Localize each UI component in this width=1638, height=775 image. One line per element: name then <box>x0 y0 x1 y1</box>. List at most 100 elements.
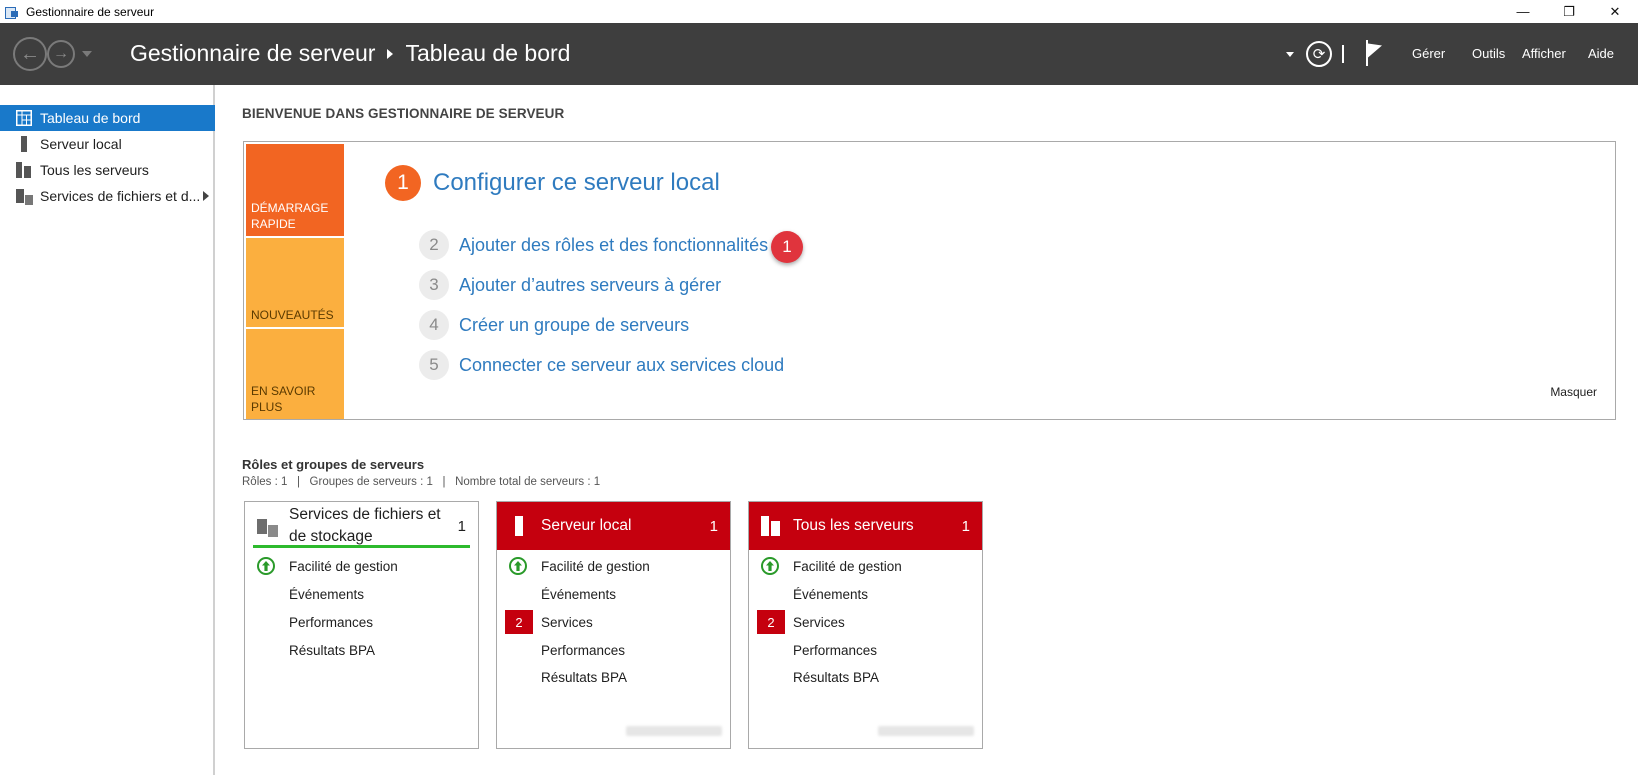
tile-file-services[interactable]: Services de fichiers et de stockage 1 Fa… <box>244 501 479 749</box>
row-label: Résultats BPA <box>289 642 376 658</box>
back-button[interactable]: ← <box>13 37 47 71</box>
menu-view[interactable]: Afficher <box>1522 46 1566 61</box>
tile-row-bpa[interactable]: Résultats BPA <box>245 638 478 662</box>
step-create-group: 4 Créer un groupe de serveurs <box>419 310 689 340</box>
tile-row-events[interactable]: Événements <box>497 582 730 606</box>
menu-tools[interactable]: Outils <box>1472 46 1505 61</box>
tile-header[interactable]: Services de fichiers et de stockage 1 <box>245 502 478 550</box>
tile-header[interactable]: Serveur local 1 <box>497 502 730 550</box>
tile-all-servers[interactable]: Tous les serveurs 1 Facilité de gestion … <box>748 501 983 749</box>
menu-manage[interactable]: Gérer <box>1412 46 1445 61</box>
row-label: Résultats BPA <box>541 669 628 685</box>
server-icon <box>16 136 32 152</box>
hide-link[interactable]: Masquer <box>1550 385 1597 399</box>
minimize-button[interactable]: — <box>1500 0 1546 23</box>
welcome-heading: BIENVENUE DANS GESTIONNAIRE DE SERVEUR <box>242 106 565 121</box>
tile-title: Services de fichiers et de stockage <box>289 506 441 545</box>
row-label: Facilité de gestion <box>289 558 398 574</box>
sidebar-item-label: Tableau de bord <box>40 110 141 126</box>
tile-row-bpa[interactable]: Résultats BPA <box>497 665 730 689</box>
restore-button[interactable]: ❐ <box>1546 0 1592 23</box>
header-bar: ← → Gestionnaire de serveur Tableau de b… <box>0 23 1638 85</box>
file-services-icon <box>257 516 279 538</box>
expand-arrow-icon[interactable] <box>203 191 209 201</box>
tile-count: 1 <box>457 517 466 535</box>
history-dropdown[interactable] <box>82 51 92 57</box>
row-label: Performances <box>289 614 374 630</box>
window-titlebar: Gestionnaire de serveur <box>0 0 1638 23</box>
tab-quick-start[interactable]: DÉMARRAGE RAPIDE <box>246 144 344 236</box>
breadcrumb-current: Tableau de bord <box>405 40 571 66</box>
roles-section-title: Rôles et groupes de serveurs <box>242 457 425 472</box>
tile-row-performance[interactable]: Performances <box>749 638 982 662</box>
sidebar: Tableau de bord Serveur local Tous les s… <box>0 85 215 775</box>
file-services-icon <box>16 188 34 206</box>
status-ok-icon <box>257 557 275 575</box>
menu-help[interactable]: Aide <box>1588 46 1614 61</box>
row-label: Services <box>541 614 593 630</box>
annotation-badge: 1 <box>771 231 803 263</box>
servers-icon <box>761 516 781 536</box>
step-connect-cloud: 5 Connecter ce serveur aux services clou… <box>419 350 784 380</box>
header-dropdown[interactable] <box>1286 52 1294 57</box>
breadcrumb-root[interactable]: Gestionnaire de serveur <box>130 40 375 67</box>
row-label: Facilité de gestion <box>541 558 650 574</box>
redacted-timestamp <box>878 726 974 736</box>
tile-row-events[interactable]: Événements <box>749 582 982 606</box>
tile-local-server[interactable]: Serveur local 1 Facilité de gestion Évén… <box>496 501 731 749</box>
step-number: 1 <box>385 165 421 201</box>
tile-row-manageability[interactable]: Facilité de gestion <box>749 554 982 578</box>
tile-count: 1 <box>961 517 970 535</box>
tab-learn-more[interactable]: EN SAVOIR PLUS <box>246 329 344 419</box>
tile-row-manageability[interactable]: Facilité de gestion <box>497 554 730 578</box>
step-link[interactable]: Ajouter d’autres serveurs à gérer <box>459 275 721 296</box>
step-link[interactable]: Ajouter des rôles et des fonctionnalités <box>459 235 768 256</box>
close-button[interactable]: ✕ <box>1592 0 1638 23</box>
tile-row-bpa[interactable]: Résultats BPA <box>749 665 982 689</box>
tile-row-performance[interactable]: Performances <box>497 638 730 662</box>
tile-count: 1 <box>709 517 718 535</box>
tile-row-manageability[interactable]: Facilité de gestion <box>245 554 478 578</box>
step-number: 4 <box>419 310 449 340</box>
tile-title: Serveur local <box>541 517 632 534</box>
step-number: 2 <box>419 230 449 260</box>
row-label: Résultats BPA <box>793 669 880 685</box>
step-link[interactable]: Connecter ce serveur aux services cloud <box>459 355 784 376</box>
step-add-servers: 3 Ajouter d’autres serveurs à gérer <box>419 270 721 300</box>
header-divider <box>1342 45 1344 63</box>
status-ok-icon <box>761 557 779 575</box>
row-label: Performances <box>793 642 878 658</box>
step-add-roles: 2 Ajouter des rôles et des fonctionnalit… <box>419 230 768 260</box>
alert-count-badge: 2 <box>505 610 533 634</box>
sidebar-item-local-server[interactable]: Serveur local <box>0 131 215 157</box>
tile-row-performance[interactable]: Performances <box>245 610 478 634</box>
row-label: Services <box>793 614 845 630</box>
forward-button[interactable]: → <box>47 40 75 68</box>
alert-count-badge: 2 <box>757 610 785 634</box>
quick-start-panel: DÉMARRAGE RAPIDE NOUVEAUTÉS EN SAVOIR PL… <box>243 141 1616 420</box>
sidebar-item-all-servers[interactable]: Tous les serveurs <box>0 157 215 183</box>
tab-whats-new[interactable]: NOUVEAUTÉS <box>246 238 344 327</box>
status-ok-bar <box>253 545 470 548</box>
step-configure-local-server: 1 Configurer ce serveur local <box>385 165 720 201</box>
step-number: 5 <box>419 350 449 380</box>
sidebar-item-file-services[interactable]: Services de fichiers et d... <box>0 183 215 209</box>
tile-header[interactable]: Tous les serveurs 1 <box>749 502 982 550</box>
row-label: Événements <box>541 586 617 602</box>
step-link[interactable]: Créer un groupe de serveurs <box>459 315 689 336</box>
sidebar-item-label: Tous les serveurs <box>40 162 149 178</box>
notifications-flag-button[interactable] <box>1364 38 1384 66</box>
arrow-right-icon: → <box>53 45 69 62</box>
window-title: Gestionnaire de serveur <box>26 4 155 19</box>
breadcrumb-separator-icon <box>387 48 394 59</box>
refresh-button[interactable]: ⟳ <box>1306 41 1332 67</box>
step-link[interactable]: Configurer ce serveur local <box>433 169 720 197</box>
server-manager-app-icon <box>5 6 19 19</box>
tile-row-services[interactable]: 2 Services <box>497 610 730 634</box>
roles-summary: Rôles : 1 | Groupes de serveurs : 1 | No… <box>242 476 601 488</box>
tile-row-services[interactable]: 2 Services <box>749 610 982 634</box>
sidebar-item-dashboard[interactable]: Tableau de bord <box>0 105 215 131</box>
arrow-left-icon: ← <box>20 43 40 65</box>
row-label: Événements <box>289 586 365 602</box>
tile-row-events[interactable]: Événements <box>245 582 478 606</box>
